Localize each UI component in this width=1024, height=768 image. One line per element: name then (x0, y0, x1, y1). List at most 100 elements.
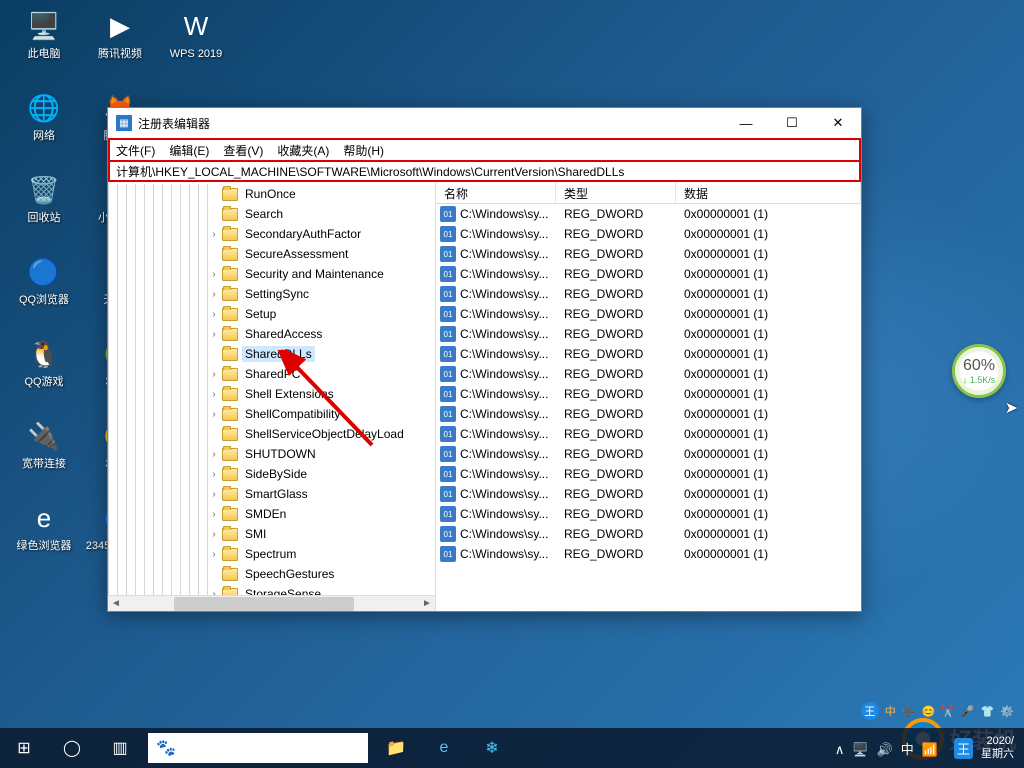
desktop-icon[interactable]: 🗑️回收站 (8, 172, 80, 250)
tree-item[interactable]: ›Security and Maintenance (108, 264, 435, 284)
ime-item[interactable]: ⚙️ (1000, 705, 1014, 718)
menu-item[interactable]: 帮助(H) (343, 142, 384, 159)
expander-icon[interactable]: › (208, 329, 220, 340)
tree-item[interactable]: ›SideBySide (108, 464, 435, 484)
menu-item[interactable]: 查看(V) (223, 142, 263, 159)
taskbar-clock[interactable]: 2020/ 星期六 (981, 735, 1014, 761)
expander-icon[interactable]: › (208, 409, 220, 420)
desktop-icon[interactable]: 🖥️此电脑 (8, 8, 80, 86)
ime-item[interactable]: 😊 (921, 705, 935, 718)
tree-item[interactable]: ›Setup (108, 304, 435, 324)
search-box[interactable]: 🐾 (148, 733, 368, 763)
tree-item[interactable]: ›Shell Extensions (108, 384, 435, 404)
desktop-icon[interactable]: e绿色浏览器 (8, 500, 80, 578)
desktop-icon[interactable]: 🔌宽带连接 (8, 418, 80, 496)
taskbar-app-store[interactable]: ❄ (468, 728, 516, 768)
address-bar[interactable]: 计算机\HKEY_LOCAL_MACHINE\SOFTWARE\Microsof… (108, 160, 861, 182)
start-button[interactable]: ⊞ (0, 728, 48, 768)
expander-icon[interactable]: › (208, 489, 220, 500)
expander-icon[interactable]: › (208, 269, 220, 280)
list-header[interactable]: 名称 类型 数据 (436, 182, 861, 204)
col-data[interactable]: 数据 (676, 182, 861, 203)
tree-item[interactable]: RunOnce (108, 184, 435, 204)
col-name[interactable]: 名称 (436, 182, 556, 203)
list-row[interactable]: 01C:\Windows\sy...REG_DWORD0x00000001 (1… (436, 444, 861, 464)
cortana-button[interactable]: ◯ (48, 728, 96, 768)
expander-icon[interactable]: › (208, 369, 220, 380)
desktop-icon[interactable]: ▶腾讯视频 (84, 8, 156, 86)
col-type[interactable]: 类型 (556, 182, 676, 203)
list-row[interactable]: 01C:\Windows\sy...REG_DWORD0x00000001 (1… (436, 364, 861, 384)
list-row[interactable]: 01C:\Windows\sy...REG_DWORD0x00000001 (1… (436, 224, 861, 244)
menu-item[interactable]: 文件(F) (116, 142, 155, 159)
expander-icon[interactable]: › (208, 529, 220, 540)
list-row[interactable]: 01C:\Windows\sy...REG_DWORD0x00000001 (1… (436, 244, 861, 264)
list-row[interactable]: 01C:\Windows\sy...REG_DWORD0x00000001 (1… (436, 504, 861, 524)
list-row[interactable]: 01C:\Windows\sy...REG_DWORD0x00000001 (1… (436, 204, 861, 224)
ime-logo-icon[interactable]: 王 (861, 702, 879, 720)
ime-item[interactable]: 🎤 (961, 705, 975, 718)
desktop-icon[interactable]: 🌐网络 (8, 90, 80, 168)
desktop-icon[interactable]: WWPS 2019 (160, 8, 232, 86)
list-row[interactable]: 01C:\Windows\sy...REG_DWORD0x00000001 (1… (436, 464, 861, 484)
registry-tree[interactable]: RunOnceSearch›SecondaryAuthFactorSecureA… (108, 182, 435, 606)
list-row[interactable]: 01C:\Windows\sy...REG_DWORD0x00000001 (1… (436, 524, 861, 544)
tray-badge[interactable]: 王 (954, 738, 973, 759)
ime-item[interactable]: ✂️ (941, 705, 955, 718)
tray-icon[interactable]: ∧ (835, 742, 845, 757)
close-button[interactable]: ✕ (815, 108, 861, 138)
expander-icon[interactable]: › (208, 389, 220, 400)
list-row[interactable]: 01C:\Windows\sy...REG_DWORD0x00000001 (1… (436, 344, 861, 364)
taskbar-app-folder[interactable]: 📁 (372, 728, 420, 768)
tree-item[interactable]: Search (108, 204, 435, 224)
tree-item[interactable]: SpeechGestures (108, 564, 435, 584)
expander-icon[interactable]: › (208, 289, 220, 300)
desktop-icon[interactable]: 🐧QQ游戏 (8, 336, 80, 414)
ime-item[interactable]: ➕ (902, 705, 916, 718)
taskbar-app-edge[interactable]: e (420, 728, 468, 768)
tree-item[interactable]: ›SHUTDOWN (108, 444, 435, 464)
titlebar[interactable]: ▦ 注册表编辑器 — ☐ ✕ (108, 108, 861, 138)
expander-icon[interactable]: › (208, 509, 220, 520)
tree-item[interactable]: SharedDLLs (108, 344, 435, 364)
tree-item[interactable]: SecureAssessment (108, 244, 435, 264)
taskview-button[interactable]: ▥ (96, 728, 144, 768)
list-row[interactable]: 01C:\Windows\sy...REG_DWORD0x00000001 (1… (436, 324, 861, 344)
tree-item[interactable]: ›SharedAccess (108, 324, 435, 344)
tree-item[interactable]: ›SharedPC (108, 364, 435, 384)
tree-item[interactable]: ›SmartGlass (108, 484, 435, 504)
tray-icon[interactable]: 📶 (922, 742, 938, 757)
expander-icon[interactable]: › (208, 309, 220, 320)
desktop-icon[interactable]: 🔵QQ浏览器 (8, 254, 80, 332)
tray-icon[interactable]: 🔊 (877, 742, 893, 757)
maximize-button[interactable]: ☐ (769, 108, 815, 138)
expander-icon[interactable]: › (208, 469, 220, 480)
expander-icon[interactable]: › (208, 449, 220, 460)
list-row[interactable]: 01C:\Windows\sy...REG_DWORD0x00000001 (1… (436, 484, 861, 504)
expander-icon[interactable]: › (208, 549, 220, 560)
tree-item[interactable]: ›SecondaryAuthFactor (108, 224, 435, 244)
list-row[interactable]: 01C:\Windows\sy...REG_DWORD0x00000001 (1… (436, 384, 861, 404)
tree-item[interactable]: ›SMI (108, 524, 435, 544)
list-row[interactable]: 01C:\Windows\sy...REG_DWORD0x00000001 (1… (436, 284, 861, 304)
values-list[interactable]: 01C:\Windows\sy...REG_DWORD0x00000001 (1… (436, 204, 861, 611)
list-row[interactable]: 01C:\Windows\sy...REG_DWORD0x00000001 (1… (436, 264, 861, 284)
menu-item[interactable]: 编辑(E) (169, 142, 209, 159)
minimize-button[interactable]: — (723, 108, 769, 138)
horizontal-scrollbar[interactable]: ◄► (108, 595, 435, 611)
list-row[interactable]: 01C:\Windows\sy...REG_DWORD0x00000001 (1… (436, 304, 861, 324)
tree-item[interactable]: ›ShellCompatibility (108, 404, 435, 424)
list-row[interactable]: 01C:\Windows\sy...REG_DWORD0x00000001 (1… (436, 424, 861, 444)
speed-widget[interactable]: 60% ↓ 1.5K/s (952, 344, 1006, 398)
ime-item[interactable]: 👕 (981, 705, 995, 718)
tray-icon[interactable]: 🖥️ (852, 742, 868, 757)
tree-item[interactable]: ›SettingSync (108, 284, 435, 304)
ime-item[interactable]: 中 (885, 703, 896, 719)
list-row[interactable]: 01C:\Windows\sy...REG_DWORD0x00000001 (1… (436, 404, 861, 424)
menu-item[interactable]: 收藏夹(A) (277, 142, 329, 159)
tree-item[interactable]: ShellServiceObjectDelayLoad (108, 424, 435, 444)
tree-item[interactable]: ›Spectrum (108, 544, 435, 564)
tree-item[interactable]: ›SMDEn (108, 504, 435, 524)
list-row[interactable]: 01C:\Windows\sy...REG_DWORD0x00000001 (1… (436, 544, 861, 564)
expander-icon[interactable]: › (208, 229, 220, 240)
